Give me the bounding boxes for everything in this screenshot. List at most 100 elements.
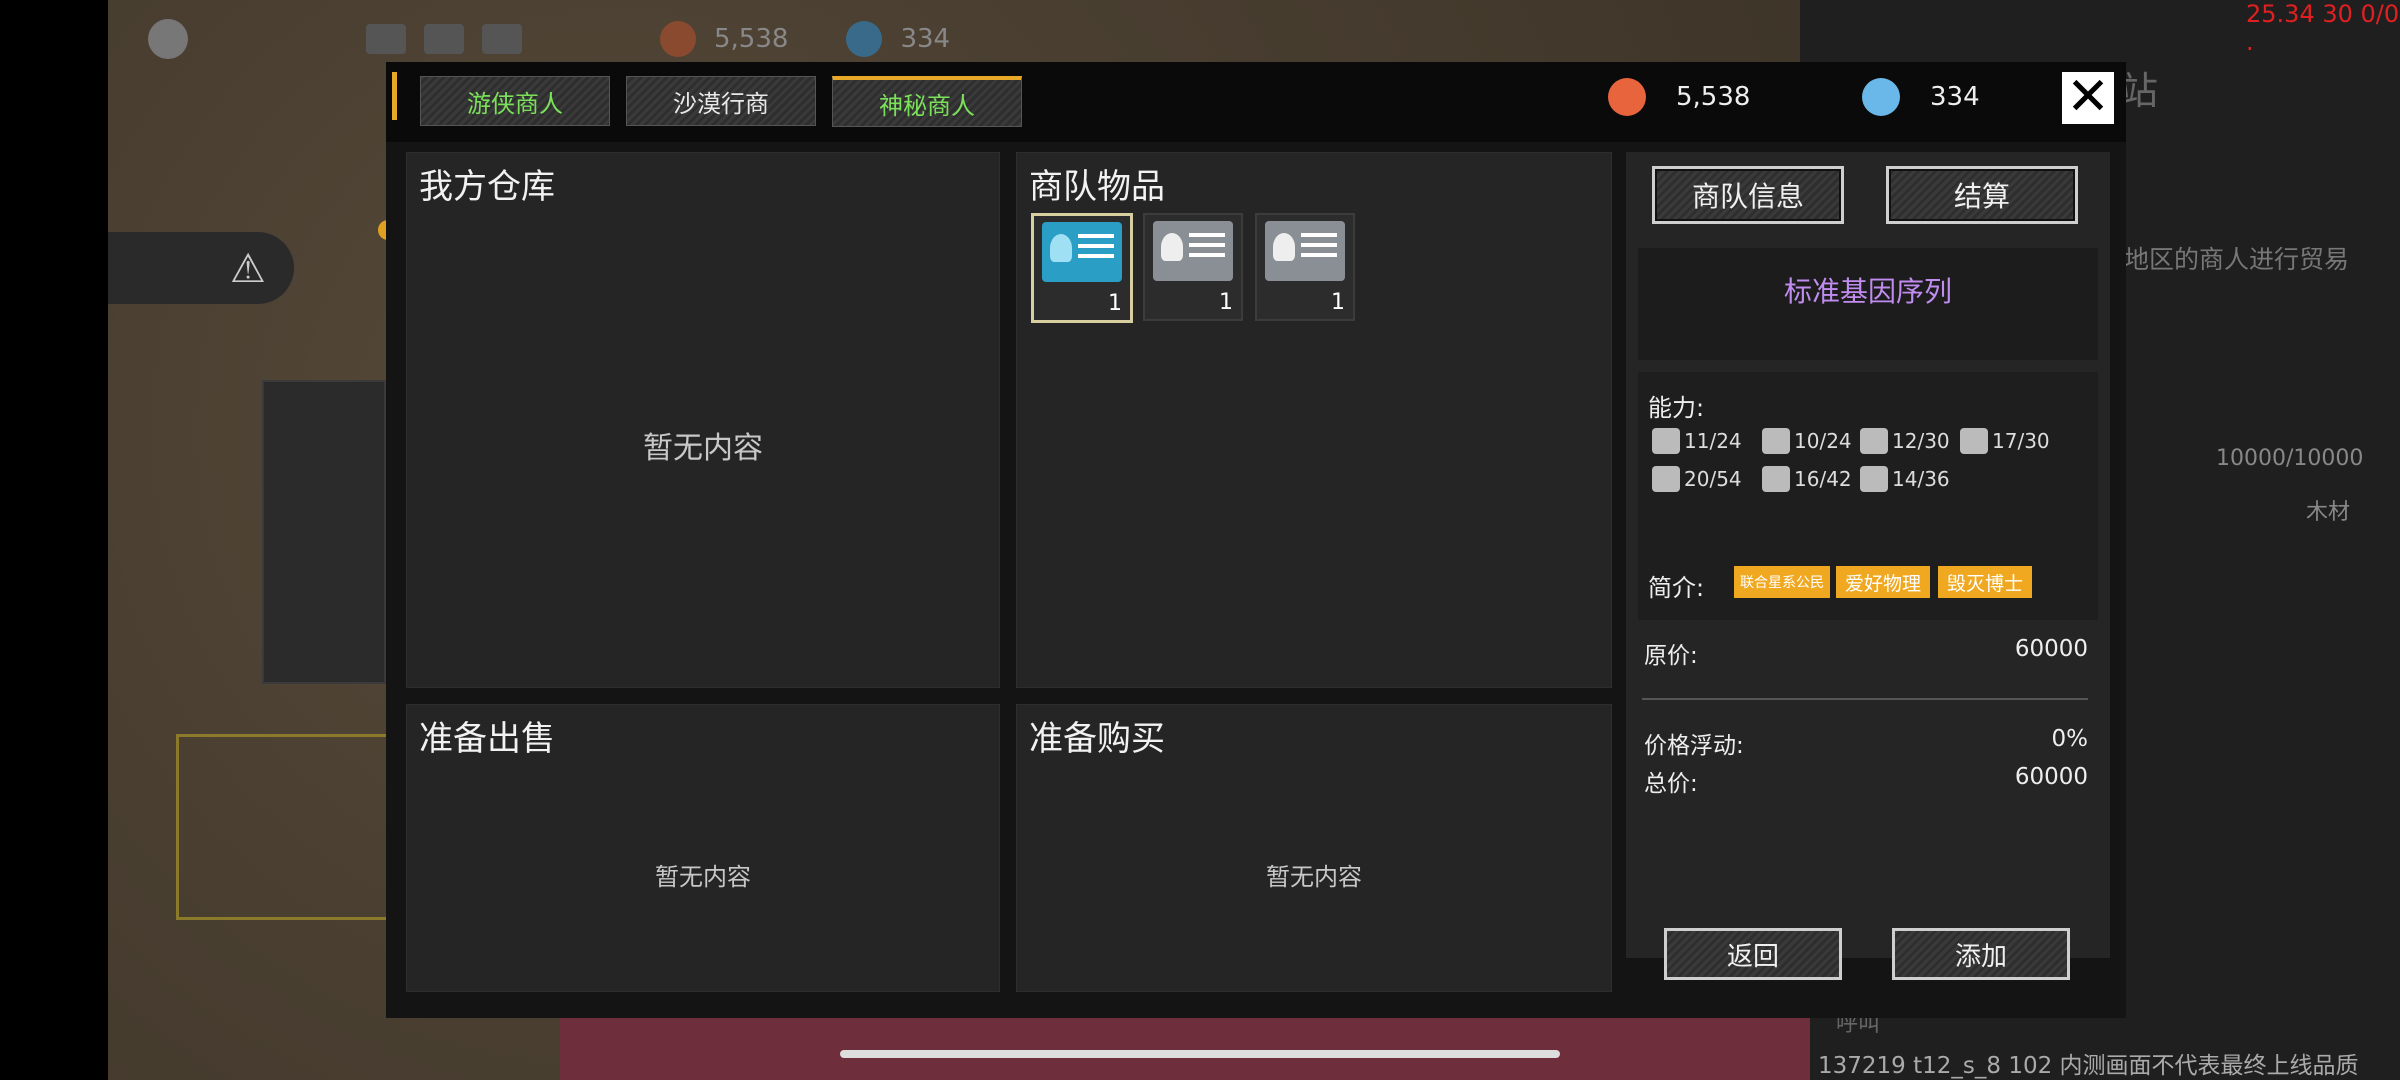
leaf-icon [1652, 466, 1680, 492]
item-count: 1 [1219, 290, 1233, 315]
people-icon[interactable] [482, 24, 522, 54]
back-button[interactable]: 返回 [1664, 928, 1842, 980]
stat-value: 20/54 [1684, 467, 1742, 491]
price-divider [1642, 698, 2088, 700]
trait-tag: 联合星系公民 [1734, 566, 1830, 598]
tools-icon [1960, 428, 1988, 454]
gold-coin-icon [1608, 78, 1646, 116]
buy-empty-text: 暂无内容 [1266, 863, 1362, 891]
ability-label: 能力: [1648, 394, 1705, 422]
stat-value: 10/24 [1794, 429, 1852, 453]
paw-icon [1860, 428, 1888, 454]
material-label: 木材 [2306, 500, 2351, 525]
fluctuation-value: 0% [2051, 726, 2089, 752]
modal-header: 游侠商人 沙漠行商 神秘商人 5,538 334 ✕ [386, 62, 2126, 142]
add-label: 添加 [1954, 941, 2007, 972]
checkout-button[interactable]: 结算 [1886, 166, 2078, 224]
stat-leaf: 20/54 [1652, 466, 1742, 492]
build-note: 137219 t12_s_8 102 内测画面不代表最终上线品质 [1818, 1053, 2359, 1079]
hud-gem-value: 334 [900, 24, 951, 54]
machine-structure [262, 380, 386, 684]
stat-value: 12/30 [1892, 429, 1950, 453]
item-count: 1 [1108, 291, 1122, 316]
tab-label: 游侠商人 [467, 89, 563, 118]
tab-ranger-merchant[interactable]: 游侠商人 [420, 76, 610, 126]
settings-gear-icon[interactable] [148, 19, 188, 59]
total-price-value: 60000 [2014, 764, 2088, 790]
tab-mystery-merchant[interactable]: 神秘商人 [832, 76, 1022, 127]
tab-desert-merchant[interactable]: 沙漠行商 [626, 76, 816, 126]
stat-value: 11/24 [1684, 429, 1742, 453]
stat-paw: 12/30 [1860, 428, 1950, 454]
checkout-label: 结算 [1953, 180, 2010, 213]
item-name: 标准基因序列 [1783, 275, 1952, 308]
warehouse-panel: 我方仓库 暂无内容 [406, 152, 1000, 688]
ability-box: 能力: 11/24 10/24 12/30 17/30 20/54 16/42 … [1638, 372, 2098, 620]
close-icon[interactable]: ✕ [2062, 71, 2114, 124]
stat-value: 16/42 [1794, 467, 1852, 491]
arm-icon [1652, 428, 1680, 454]
tab-label: 沙漠行商 [673, 89, 769, 118]
head-icon [1762, 466, 1790, 492]
warehouse-title: 我方仓库 [419, 167, 555, 207]
person-card-icon [1265, 221, 1345, 281]
caravan-item-slot[interactable]: 1 [1031, 213, 1133, 323]
trade-modal: 游侠商人 沙漠行商 神秘商人 5,538 334 ✕ 我方仓库 暂无内容 商队物… [386, 62, 2126, 1018]
trait-tag: 爱好物理 [1836, 566, 1930, 598]
warning-icon: ⚠ [230, 246, 266, 292]
fps-readout: 25.34 30 0/0 . [2246, 0, 2400, 56]
sell-panel: 准备出售 暂无内容 [406, 704, 1000, 992]
chat-icon[interactable] [366, 24, 406, 54]
alert-tab[interactable]: ⚠ [108, 220, 398, 304]
stat-arm: 11/24 [1652, 428, 1742, 454]
stat-target: 14/36 [1860, 466, 1950, 492]
hud-gold-value: 5,538 [714, 24, 789, 54]
total-price-label: 总价: [1644, 771, 1698, 797]
warehouse-empty-text: 暂无内容 [643, 431, 763, 466]
buy-panel: 准备购买 暂无内容 [1016, 704, 1612, 992]
item-count: 1 [1331, 290, 1345, 315]
mail-icon[interactable] [424, 24, 464, 54]
original-price-value: 60000 [2014, 636, 2088, 662]
book-icon [1762, 428, 1790, 454]
capacity-readout: 10000/10000 [2216, 446, 2364, 471]
gene-card-icon [1042, 222, 1122, 282]
total-price-row: 总价: 60000 [1644, 764, 2088, 798]
fluctuation-label: 价格浮动: [1644, 733, 1744, 759]
target-icon [1860, 466, 1888, 492]
gold-value: 5,538 [1676, 82, 1751, 112]
item-name-box: 标准基因序列 [1638, 248, 2098, 360]
stat-tools: 17/30 [1960, 428, 2050, 454]
original-price-row: 原价: 60000 [1644, 636, 2088, 670]
buy-title: 准备购买 [1029, 719, 1165, 759]
sell-empty-text: 暂无内容 [655, 863, 751, 891]
caravan-info-label: 商队信息 [1691, 180, 1804, 213]
caravan-title: 商队物品 [1029, 167, 1165, 207]
floor-tiles [560, 1010, 1810, 1080]
caravan-item-slot[interactable]: 1 [1255, 213, 1355, 321]
sell-title: 准备出售 [419, 719, 555, 759]
home-indicator-bar[interactable] [840, 1050, 1560, 1058]
gem-value: 334 [1930, 82, 1980, 112]
caravan-info-button[interactable]: 商队信息 [1652, 166, 1844, 224]
back-label: 返回 [1726, 941, 1779, 972]
gold-resource: 5,538 [1608, 78, 1750, 116]
stat-head: 16/42 [1762, 466, 1852, 492]
trade-hint: 地区的商人进行贸易 [2124, 245, 2350, 274]
zone-outline [176, 734, 392, 920]
stat-book: 10/24 [1762, 428, 1852, 454]
tab-label: 神秘商人 [879, 91, 975, 120]
trait-tag: 毁灭博士 [1938, 566, 2032, 598]
original-price-label: 原价: [1644, 643, 1698, 669]
add-button[interactable]: 添加 [1892, 928, 2070, 980]
caravan-items-panel: 商队物品 1 1 1 [1016, 152, 1612, 688]
stat-value: 17/30 [1992, 429, 2050, 453]
tab-accent-bar [392, 72, 397, 120]
caravan-item-slot[interactable]: 1 [1143, 213, 1243, 321]
gold-currency-icon [660, 21, 696, 57]
person-card-icon [1153, 221, 1233, 281]
stat-value: 14/36 [1892, 467, 1950, 491]
intro-label: 简介: [1648, 574, 1705, 602]
item-info-panel: 商队信息 结算 标准基因序列 能力: 11/24 10/24 12/30 17/… [1626, 152, 2110, 958]
fluctuation-row: 价格浮动: 0% [1644, 726, 2088, 760]
